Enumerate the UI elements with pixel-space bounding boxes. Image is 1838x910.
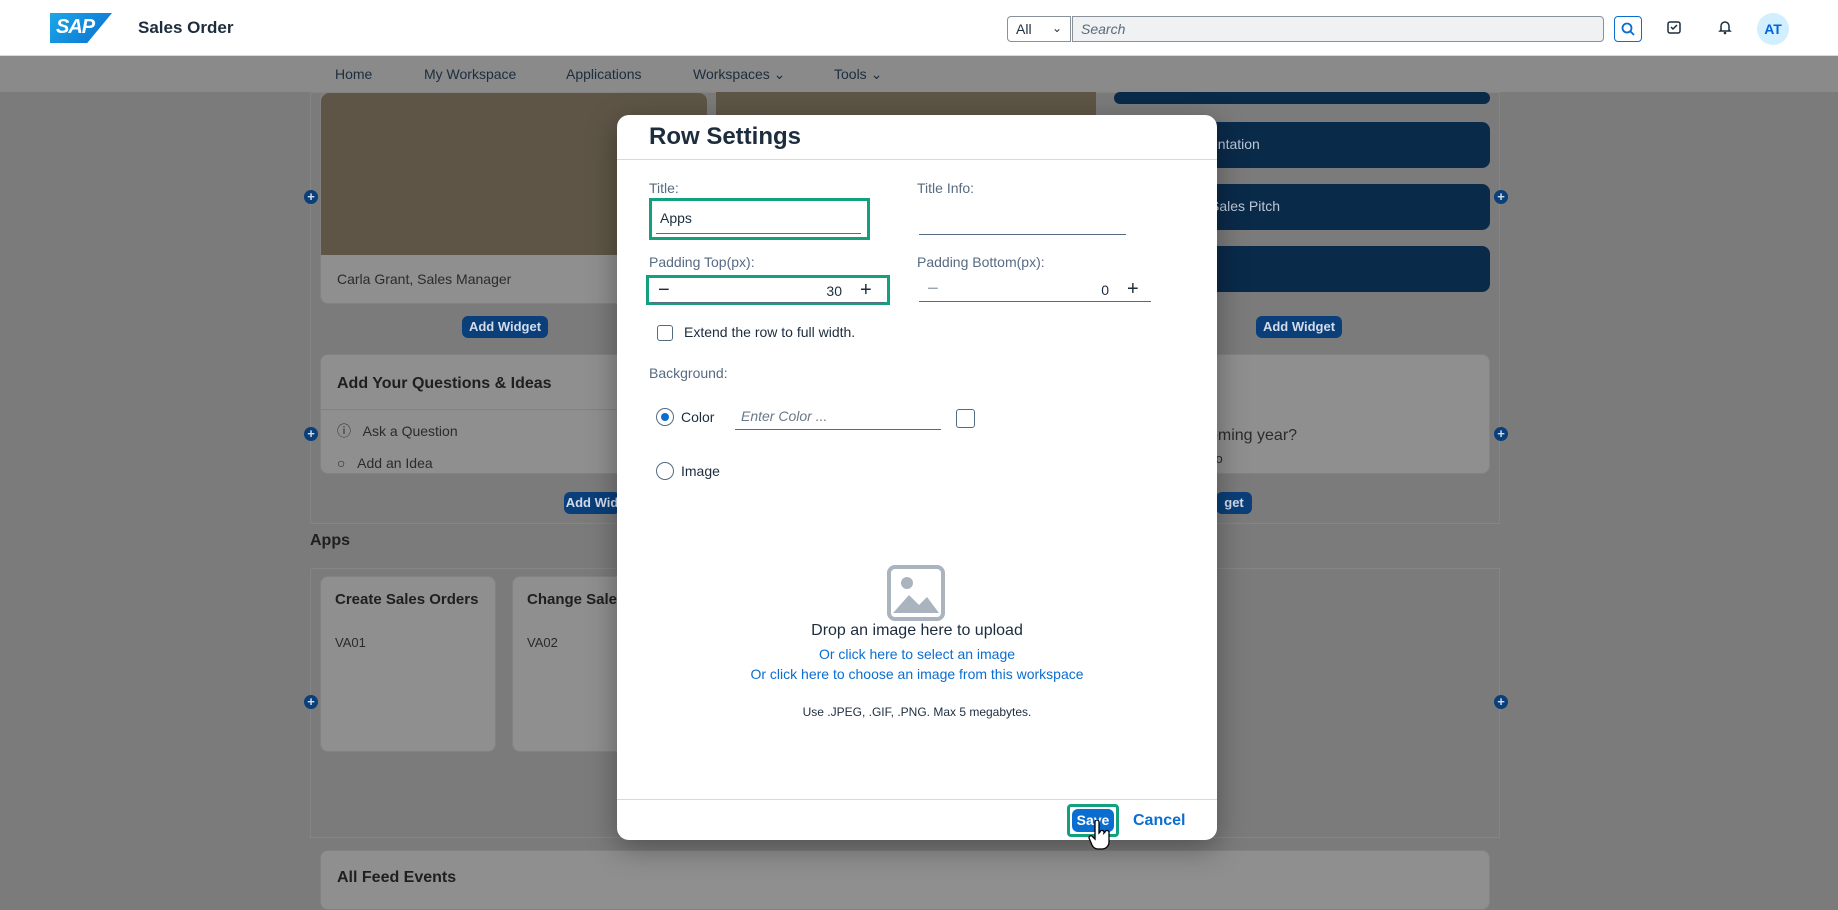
hand-cursor-icon — [1088, 820, 1110, 850]
title-info-label: Title Info: — [917, 180, 975, 196]
ask-question-item[interactable]: ⓘ Ask a Question — [337, 421, 458, 441]
lightbulb-icon: ○ — [337, 455, 346, 471]
nav-applications[interactable]: Applications — [566, 66, 642, 82]
dark-tile[interactable] — [1114, 92, 1490, 104]
color-radio[interactable] — [656, 408, 674, 426]
padding-bottom-label: Padding Bottom(px): — [917, 254, 1045, 270]
apps-section-title: Apps — [310, 532, 350, 549]
image-drop-zone[interactable]: Drop an image here to upload Or click he… — [617, 565, 1217, 755]
background-label: Background: — [649, 365, 728, 381]
decrease-button[interactable]: − — [658, 279, 670, 301]
nav-my-workspace[interactable]: My Workspace — [424, 66, 516, 82]
questions-title: Add Your Questions & Ideas — [337, 375, 552, 392]
upload-hint: Use .JPEG, .GIF, .PNG. Max 5 megabytes. — [802, 705, 1032, 719]
row-settings-dialog: Row Settings Title: Apps Title Info: Pad… — [617, 115, 1217, 850]
padding-top-label: Padding Top(px): — [649, 254, 755, 270]
select-image-link[interactable]: Or click here to select an image — [617, 646, 1217, 662]
search-scope-value: All — [1016, 21, 1032, 37]
search-button[interactable] — [1614, 16, 1642, 42]
sap-logo[interactable]: SAP — [50, 13, 112, 43]
add-idea-item[interactable]: ○ Add an Idea — [337, 455, 433, 471]
question-icon: ⓘ — [337, 423, 351, 439]
top-navigation: Home My Workspace Applications Workspace… — [0, 56, 1838, 92]
dialog-footer: Save Cancel — [617, 799, 1217, 850]
dialog-header: Row Settings — [617, 115, 1217, 160]
chevron-down-icon: ⌄ — [1051, 21, 1062, 35]
add-column-icon[interactable]: + — [304, 695, 318, 709]
increase-button[interactable]: + — [860, 279, 872, 301]
add-column-icon[interactable]: + — [304, 427, 318, 441]
title-field-highlight: Apps — [649, 198, 870, 240]
app-tile-create-sales-orders[interactable]: Create Sales Orders VA01 — [320, 576, 496, 752]
person-caption: Carla Grant, Sales Manager — [337, 271, 512, 287]
decrease-button[interactable]: − — [927, 278, 939, 300]
user-avatar[interactable]: AT — [1757, 13, 1789, 45]
add-column-icon[interactable]: + — [304, 190, 318, 204]
bell-icon[interactable] — [1713, 18, 1737, 42]
color-input[interactable]: Enter Color ... — [735, 400, 941, 430]
dialog-title: Row Settings — [649, 123, 802, 150]
nav-home[interactable]: Home — [335, 66, 372, 82]
nav-tools[interactable]: Tools ⌄ — [834, 66, 882, 83]
sales-pitch-tile-label: Sales Pitch — [1210, 198, 1281, 214]
drop-text: Drop an image here to upload — [811, 622, 1023, 639]
padding-bottom-value[interactable]: 0 — [1069, 282, 1109, 298]
app-tile-code: VA01 — [335, 635, 366, 650]
padding-top-stepper: − 30 + — [646, 275, 890, 305]
add-widget-button-partial[interactable]: Add Wid — [564, 492, 620, 514]
color-option-label: Color — [681, 409, 715, 425]
color-swatch[interactable] — [956, 409, 975, 428]
padding-top-value[interactable]: 30 — [802, 283, 842, 299]
search-input[interactable]: Search — [1072, 16, 1604, 42]
cancel-button[interactable]: Cancel — [1133, 812, 1185, 830]
title-label: Title: — [649, 180, 679, 196]
app-title: Sales Order — [138, 18, 234, 37]
nav-workspaces[interactable]: Workspaces ⌄ — [693, 66, 785, 83]
search-icon — [1621, 22, 1635, 36]
choose-workspace-image-link[interactable]: Or click here to choose an image from th… — [617, 666, 1217, 682]
extend-row-checkbox[interactable] — [657, 325, 673, 341]
add-widget-button[interactable]: Add Widget — [462, 316, 548, 338]
ask-question-label: Ask a Question — [362, 423, 458, 439]
inbox-icon[interactable] — [1662, 18, 1686, 42]
padding-bottom-stepper: − 0 + — [919, 278, 1151, 302]
shell-bar: SAP Sales Order All ⌄ Search AT — [0, 0, 1838, 56]
add-column-icon[interactable]: + — [1494, 695, 1508, 709]
add-column-icon[interactable]: + — [1494, 190, 1508, 204]
title-input[interactable]: Apps — [656, 204, 861, 234]
feed-title: All Feed Events — [337, 869, 457, 886]
padding-top-field: − 30 + — [652, 279, 884, 303]
chevron-down-icon: ⌄ — [773, 66, 786, 82]
add-idea-label: Add an Idea — [357, 455, 433, 471]
image-option-label: Image — [681, 463, 720, 479]
extend-row-label: Extend the row to full width. — [684, 324, 856, 340]
add-widget-button-partial[interactable]: get — [1216, 492, 1252, 514]
nav-workspaces-label: Workspaces — [693, 66, 770, 82]
chevron-down-icon: ⌄ — [870, 66, 883, 82]
add-widget-button[interactable]: Add Widget — [1256, 316, 1342, 338]
title-info-input[interactable] — [919, 205, 1126, 235]
app-tile-title: Create Sales Orders — [335, 591, 479, 608]
app-tile-code: VA02 — [527, 635, 558, 650]
increase-button[interactable]: + — [1127, 278, 1139, 300]
nav-tools-label: Tools — [834, 66, 867, 82]
add-column-icon[interactable]: + — [1494, 427, 1508, 441]
feed-card: All Feed Events — [320, 850, 1490, 910]
image-radio[interactable] — [656, 462, 674, 480]
search-scope-select[interactable]: All ⌄ — [1007, 16, 1071, 42]
image-placeholder-icon — [887, 565, 945, 621]
presentation-tile-label: entation — [1210, 136, 1260, 152]
